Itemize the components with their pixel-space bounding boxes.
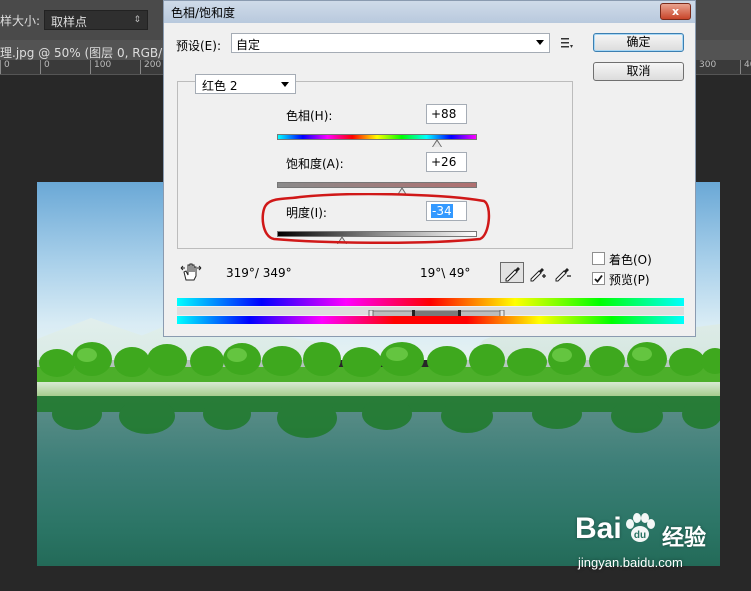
chevron-down-icon: ⇕ xyxy=(133,15,141,25)
ok-button[interactable]: 确定 xyxy=(593,33,684,52)
tree-line xyxy=(37,342,720,387)
chevron-down-icon xyxy=(281,82,289,87)
color-range-bar[interactable] xyxy=(177,307,684,319)
ruler-tick: 400 xyxy=(740,60,751,74)
sample-size-select[interactable]: 取样点 ⇕ xyxy=(44,10,148,30)
chevron-down-icon xyxy=(536,40,544,45)
dialog-title: 色相/饱和度 xyxy=(171,6,236,20)
hue-slider[interactable] xyxy=(277,134,477,140)
document-tab-title: 理.jpg @ 50% (图层 0, RGB/8# xyxy=(0,46,180,60)
hue-slider-thumb[interactable] xyxy=(432,139,442,147)
saturation-input[interactable]: +26 xyxy=(426,152,467,172)
preset-value: 自定 xyxy=(236,38,261,52)
output-color-spectrum xyxy=(177,316,684,324)
saturation-slider[interactable] xyxy=(277,182,477,188)
checkmark-icon xyxy=(594,274,603,283)
color-range-select[interactable]: 红色 2 xyxy=(195,74,296,94)
input-color-spectrum xyxy=(177,298,684,306)
ruler-tick: 200 xyxy=(140,60,161,74)
preset-label: 预设(E): xyxy=(176,39,221,53)
range-angle-left: 319°/ 349° xyxy=(226,266,292,280)
dialog-titlebar[interactable]: 色相/饱和度 x xyxy=(164,1,695,23)
hue-saturation-dialog: 色相/饱和度 x 预设(E): 自定 确定 取消 红色 2 色相(H): +88… xyxy=(163,0,696,337)
watermark-url: jingyan.baidu.com xyxy=(578,555,683,570)
eyedropper-button[interactable] xyxy=(500,262,524,283)
colorize-checkbox-box[interactable] xyxy=(592,252,605,265)
ruler-tick: 0 xyxy=(0,60,10,74)
colorize-label: 着色(O) xyxy=(609,253,652,267)
baidu-paw-icon: du xyxy=(626,513,655,542)
preset-options-icon[interactable] xyxy=(560,36,574,50)
preview-checkbox-box[interactable] xyxy=(592,272,605,285)
hue-input[interactable]: +88 xyxy=(426,104,467,124)
cancel-button[interactable]: 取消 xyxy=(593,62,684,81)
ruler-tick: 300 xyxy=(695,60,716,74)
eyedropper-icon xyxy=(505,267,520,282)
tree-reflection xyxy=(37,396,720,438)
color-range-value: 红色 2 xyxy=(202,79,238,93)
shore xyxy=(37,382,720,396)
sample-size-value: 取样点 xyxy=(51,15,88,29)
range-angle-right: 19°\ 49° xyxy=(420,266,471,280)
eyedropper-add-icon[interactable] xyxy=(529,264,547,282)
ruler-tick: 100 xyxy=(90,60,111,74)
hue-label: 色相(H): xyxy=(286,109,333,123)
sample-size-label: 样大小: xyxy=(0,14,41,28)
close-button[interactable]: x xyxy=(660,3,691,20)
eyedropper-subtract-icon[interactable] xyxy=(554,264,572,282)
baidu-logo-text: Bai xyxy=(575,512,622,545)
preset-select[interactable]: 自定 xyxy=(231,33,550,53)
ruler-tick: 0 xyxy=(40,60,50,74)
baidu-jingyan-text: 经验 xyxy=(662,526,707,551)
preview-label: 预览(P) xyxy=(609,273,650,287)
red-highlight-annotation xyxy=(261,193,491,245)
svg-text:du: du xyxy=(634,530,646,541)
close-icon: x xyxy=(671,5,680,18)
hand-adjust-icon[interactable] xyxy=(180,262,202,282)
saturation-label: 饱和度(A): xyxy=(286,157,344,171)
